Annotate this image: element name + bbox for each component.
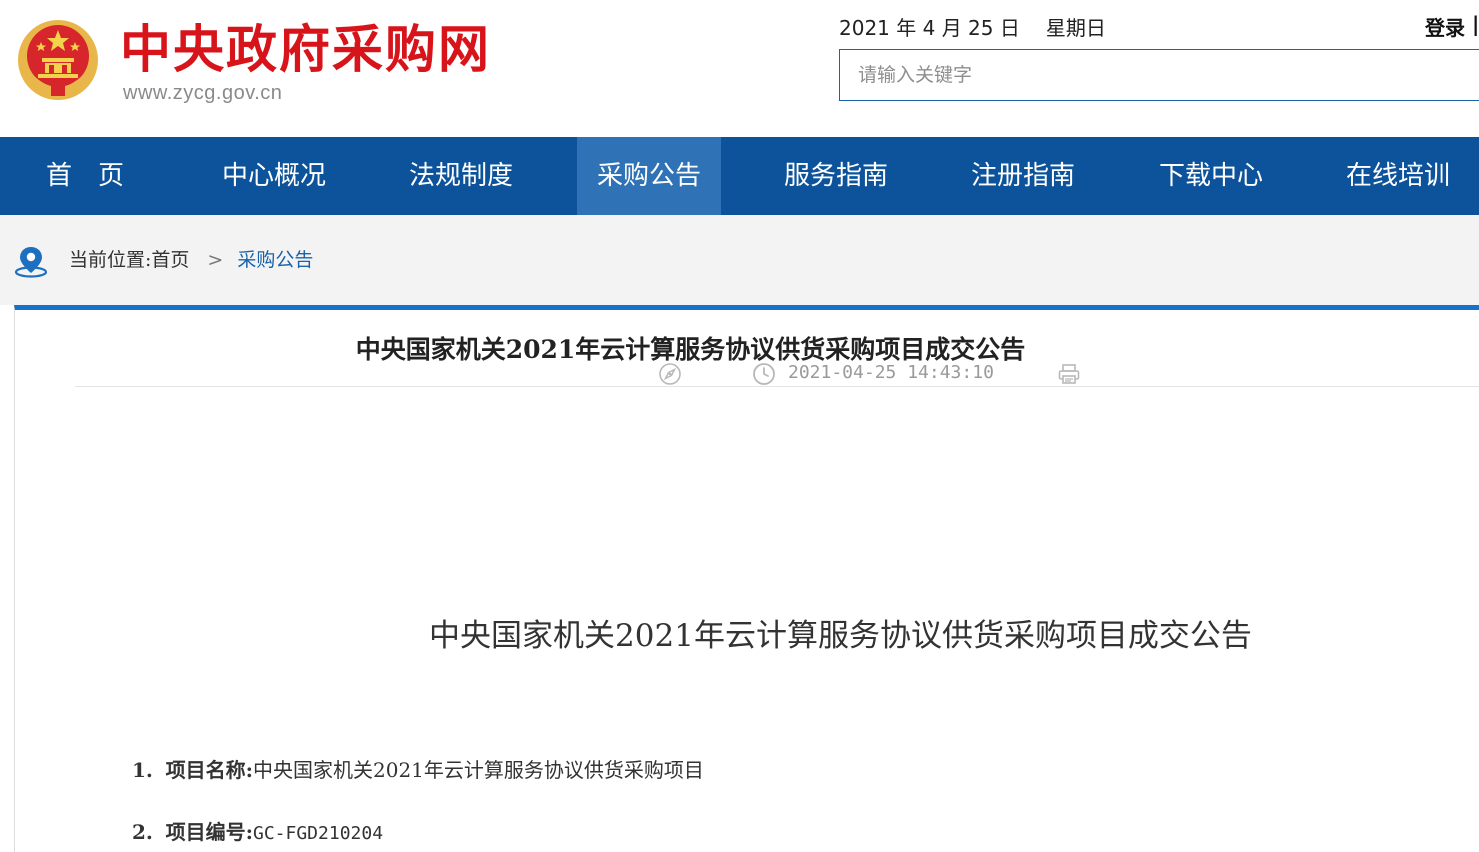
site-url: www.zycg.gov.cn [123, 82, 283, 104]
date-text: 2021 年 4 月 25 日 [839, 16, 1020, 40]
main-nav: 首 页 中心概况 法规制度 采购公告 服务指南 注册指南 下载中心 在线培训 [0, 137, 1479, 215]
publish-time: 2021-04-25 14:43:10 [788, 362, 994, 383]
nav-item-downloads[interactable]: 下载中心 [1139, 137, 1283, 215]
breadcrumb: 当前位置:首页 > 采购公告 [69, 245, 313, 272]
item-label: 项目编号: [165, 820, 253, 844]
national-emblem-icon[interactable] [14, 16, 102, 106]
site-title[interactable]: 中央政府采购网 [120, 20, 491, 80]
project-number-value: GC-FGD210204 [253, 823, 384, 844]
print-icon[interactable] [1057, 362, 1081, 386]
search-input[interactable] [839, 49, 1479, 101]
nav-item-online-training[interactable]: 在线培训 [1326, 137, 1470, 215]
nav-item-overview[interactable]: 中心概况 [202, 137, 346, 215]
current-date: 2021 年 4 月 25 日 星期日 [839, 12, 1106, 41]
breadcrumb-arrow: > [207, 249, 224, 271]
item-index: 2. [132, 820, 153, 844]
clock-icon [753, 363, 775, 385]
breadcrumb-prefix: 当前位置: [69, 249, 152, 271]
site-header: 中央政府采购网 www.zycg.gov.cn 2021 年 4 月 25 日 星… [0, 0, 1479, 137]
compass-icon[interactable] [658, 362, 682, 386]
weekday-text: 星期日 [1045, 16, 1106, 40]
meta-divider [75, 386, 1479, 387]
login-link[interactable]: 登录 [1425, 12, 1465, 41]
nav-item-regulations[interactable]: 法规制度 [389, 137, 533, 215]
location-pin-icon [14, 247, 48, 278]
nav-item-service-guide[interactable]: 服务指南 [764, 137, 908, 215]
project-name-value: 中央国家机关2021年云计算服务协议供货采购项目 [253, 758, 704, 782]
breadcrumb-current-link[interactable]: 采购公告 [237, 249, 313, 271]
item-label: 项目名称: [165, 758, 253, 782]
document-heading: 中央国家机关2021年云计算服务协议供货采购项目成交公告 [429, 618, 1252, 654]
project-number-line: 2. 项目编号:GC-FGD210204 [132, 816, 383, 845]
breadcrumb-home-link[interactable]: 首页 [151, 249, 189, 271]
project-name-line: 1. 项目名称:中央国家机关2021年云计算服务协议供货采购项目 [132, 754, 704, 783]
article-title: 中央国家机关2021年云计算服务协议供货采购项目成交公告 [355, 335, 1026, 364]
item-index: 1. [132, 758, 153, 782]
article-panel: 中央国家机关2021年云计算服务协议供货采购项目成交公告 2021-04-25 … [14, 305, 1479, 852]
nav-item-procurement-notices[interactable]: 采购公告 [577, 137, 721, 215]
header-separator: | [1472, 12, 1479, 36]
nav-item-home[interactable]: 首 页 [13, 137, 157, 215]
nav-item-registration-guide[interactable]: 注册指南 [951, 137, 1095, 215]
